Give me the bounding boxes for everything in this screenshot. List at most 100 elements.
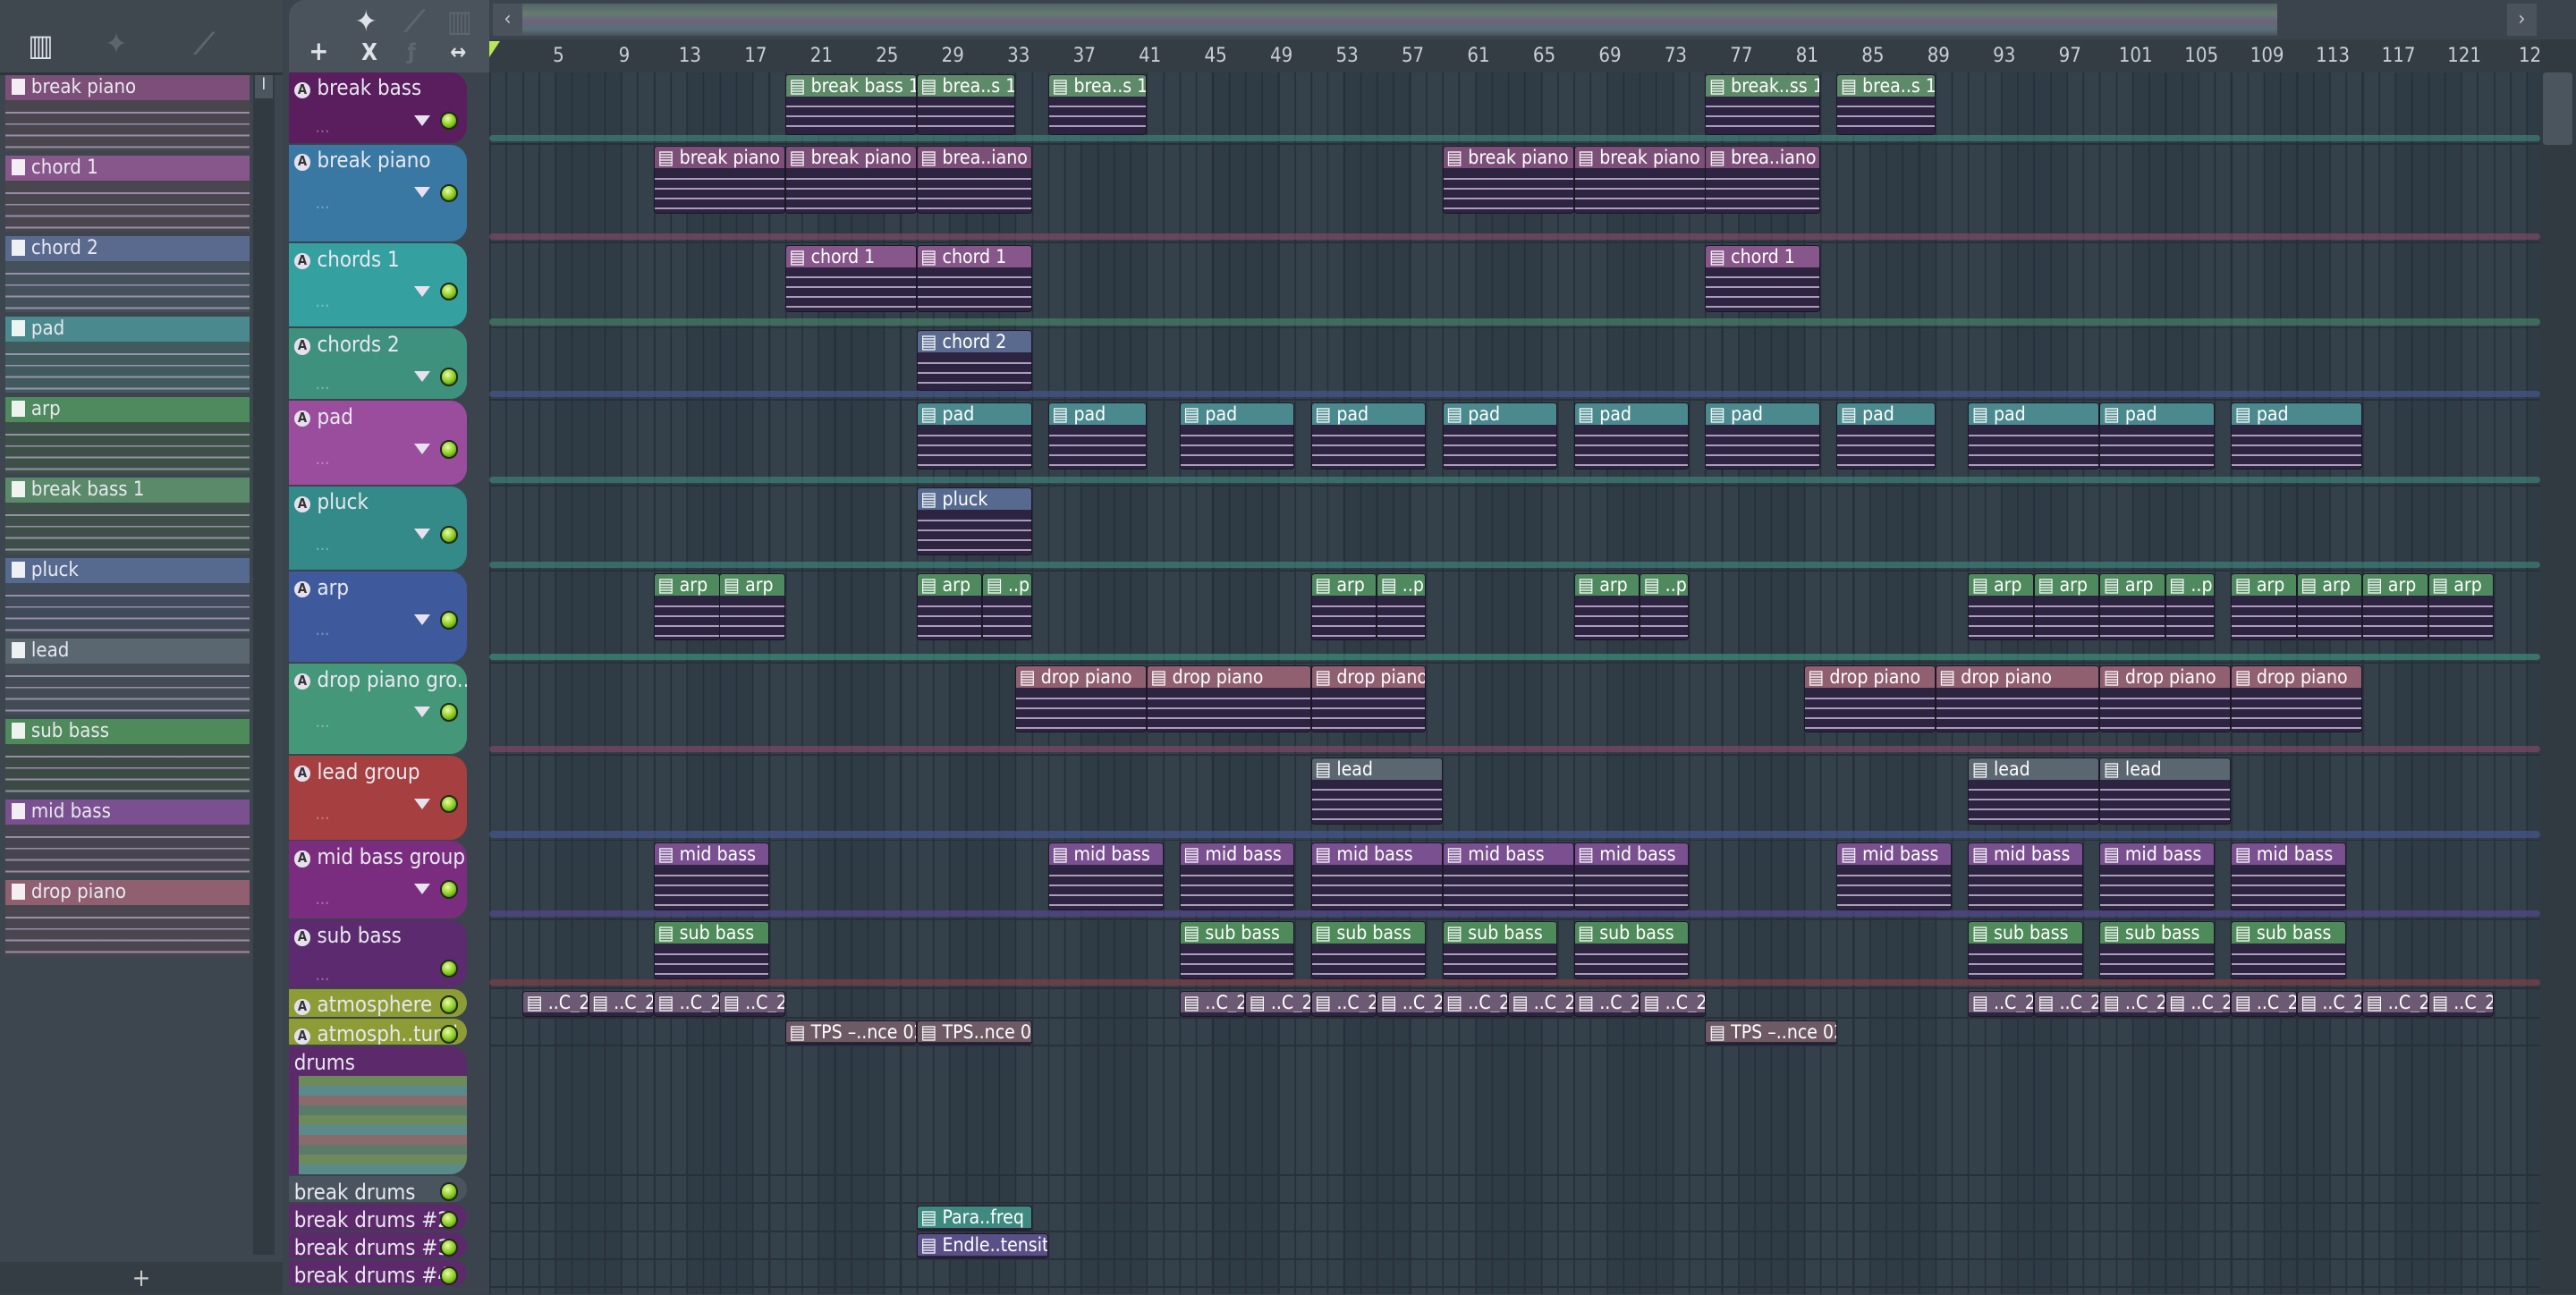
track-name[interactable]: Abreak piano [293, 148, 430, 173]
scroll-left-button[interactable]: ‹ [493, 3, 523, 37]
track-options-icon[interactable]: ... [316, 536, 330, 554]
track-mute-led[interactable] [439, 1025, 459, 1044]
track-mute-led[interactable] [439, 282, 459, 301]
track-mute-led[interactable] [439, 525, 459, 545]
pattern-item[interactable]: chord 2 [4, 236, 250, 312]
playlist-clip[interactable]: ▤ sub bass [1179, 921, 1295, 979]
track-header[interactable]: Aatmosph..tural [289, 1018, 467, 1045]
playlist-clip[interactable]: ▤ brea..iano [1705, 146, 1821, 214]
playlist-clip[interactable]: ▤ ..C_2 [1968, 990, 2034, 1018]
playlist-clip[interactable]: ▤ pad [1968, 402, 2100, 470]
timeline-ruler[interactable]: 5 9 13 17 21 25 29 33 37 41 45 49 53 57 61 65 69 73 77 81 85… [489, 39, 2541, 72]
playlist-clip[interactable]: ▤ lead [2099, 757, 2232, 825]
playlist-clip[interactable]: ▤ arp [1968, 573, 2034, 641]
vertical-scroll-thumb[interactable] [2543, 72, 2573, 145]
track-name[interactable]: Apluck [293, 489, 369, 514]
playlist-clip[interactable]: ▤ ..C_2 [2099, 990, 2165, 1018]
playlist-clip[interactable]: ▤ arp [2033, 573, 2100, 641]
playlist-clip[interactable]: ▤ lead [1310, 757, 1443, 825]
playlist-clip[interactable]: ▤ arp [719, 573, 786, 641]
playlist-clip[interactable]: ▤ Endle..tensit [916, 1233, 1048, 1259]
playlist-clip[interactable]: ▤ sub bass [1968, 921, 2084, 979]
chevron-down-icon[interactable] [414, 798, 431, 809]
playlist-clip[interactable]: ▤ arp [2428, 573, 2495, 641]
chevron-down-icon[interactable] [414, 614, 431, 625]
audio-clip-icon[interactable]: ✦ [106, 26, 128, 61]
track-mute-led[interactable] [439, 1266, 459, 1285]
playlist-clip[interactable]: ▤ pad [1442, 402, 1558, 470]
track-name[interactable]: break drums #4 [294, 1263, 450, 1286]
playlist-clip[interactable]: ▤ ..C_2 [2296, 990, 2363, 1018]
pattern-item[interactable]: drop piano [4, 880, 250, 956]
playlist-clip[interactable]: ▤ chord 1 [916, 244, 1032, 313]
playlist-clip[interactable]: ▤ ..C_2 [1179, 990, 1246, 1018]
playlist-clip[interactable]: ▤ ..C_2 [2362, 990, 2428, 1018]
track-mute-led[interactable] [439, 703, 459, 722]
playlist-clip[interactable]: ▤ sub bass [1442, 921, 1558, 979]
pattern-item[interactable]: chord 1 [4, 156, 250, 232]
track-name[interactable]: Amid bass group [293, 844, 465, 869]
track-header[interactable]: Asub bass... [289, 919, 467, 987]
track-options-icon[interactable]: ... [316, 194, 330, 213]
playlist-clip[interactable]: ▤ chord 1 [1705, 244, 1821, 313]
stretch-tool-icon[interactable]: ↔ [450, 39, 466, 64]
cut-tool-button[interactable]: X [361, 39, 377, 66]
playlist-clip[interactable]: ▤ pad [1047, 402, 1148, 470]
playlist-clip[interactable]: ▤ pad [2231, 402, 2363, 470]
track-header[interactable]: break drums [289, 1176, 467, 1203]
playlist-clip[interactable]: ▤ ..p [1640, 573, 1690, 641]
chevron-down-icon[interactable] [414, 443, 431, 454]
track-options-icon[interactable]: ... [316, 621, 330, 639]
playlist-clip[interactable]: ▤ ..p [982, 573, 1032, 641]
playlist-clip[interactable]: ▤ pad [916, 402, 1032, 470]
playlist-clip[interactable]: ▤ ..C_2 [1573, 990, 1640, 1018]
playhead-marker[interactable] [489, 40, 500, 57]
playlist-clip[interactable]: ▤ break piano [784, 146, 918, 214]
track-mute-led[interactable] [439, 995, 459, 1014]
track-mute-led[interactable] [439, 959, 459, 978]
pattern-item[interactable]: break piano [4, 75, 250, 151]
track-name[interactable]: Alead group [293, 759, 420, 784]
playlist-clip[interactable]: ▤ Para..freq [916, 1206, 1032, 1231]
add-track-button[interactable]: + [309, 36, 328, 66]
track-mute-led[interactable] [439, 440, 459, 459]
track-header[interactable]: Aarp... [289, 571, 467, 663]
track-header[interactable]: break drums #2 [289, 1204, 467, 1231]
track-header[interactable]: Adrop piano gro..... [289, 664, 467, 755]
playlist-clip[interactable]: ▤ break piano [1442, 146, 1574, 214]
playlist-clip[interactable]: ▤ mid bass [1179, 842, 1295, 910]
track-header[interactable]: Abreak bass... [289, 72, 467, 143]
pattern-item[interactable]: mid bass [4, 800, 250, 876]
chevron-down-icon[interactable] [414, 371, 431, 382]
track-options-icon[interactable]: ... [316, 450, 330, 469]
track-mute-led[interactable] [439, 880, 459, 899]
playlist-clip[interactable]: ▤ ..C_2 [2033, 990, 2100, 1018]
track-mute-led[interactable] [439, 1238, 459, 1257]
track-header[interactable]: Achords 2... [289, 328, 467, 400]
chevron-down-icon[interactable] [414, 285, 431, 297]
playlist-clip[interactable]: ▤ mid bass [2099, 842, 2215, 910]
track-mute-led[interactable] [439, 1182, 459, 1201]
playlist-clip[interactable]: ▤ ..p [1377, 573, 1427, 641]
pattern-item[interactable]: pad [4, 317, 250, 393]
track-header[interactable]: Apluck... [289, 486, 467, 571]
playlist-clip[interactable]: ▤ arp [2099, 573, 2165, 641]
track-mute-led[interactable] [439, 111, 459, 131]
playlist-clip[interactable]: ▤ drop piano [2099, 664, 2232, 733]
automation-tool-icon[interactable]: ⟋ [404, 4, 425, 39]
pattern-item[interactable]: pluck [4, 558, 250, 634]
playlist-clip[interactable]: ▤ mid bass [1442, 842, 1574, 910]
track-name[interactable]: Adrop piano gro.. [293, 667, 467, 692]
scroll-right-button[interactable]: › [2506, 3, 2537, 37]
playlist-clip[interactable]: ▤ mid bass [1573, 842, 1690, 910]
playlist-grid[interactable]: ▤ break bass 1 ▤ brea..s 1 ▤ brea..s 1 ▤ br… [489, 72, 2540, 1295]
track-options-icon[interactable]: ... [316, 805, 330, 824]
track-name[interactable]: Aatmosphere [293, 992, 432, 1017]
playlist-clip[interactable]: ▤ sub bass [1573, 921, 1690, 979]
playlist-clip[interactable]: ▤ mid bass [1310, 842, 1443, 910]
playlist-clip[interactable]: ▤ drop piano [1147, 664, 1311, 733]
track-header[interactable]: break drums #3 [289, 1232, 467, 1258]
chevron-down-icon[interactable] [414, 706, 431, 717]
playlist-clip[interactable]: ▤ arp [2231, 573, 2297, 641]
add-pattern-button[interactable]: + [0, 1261, 283, 1295]
